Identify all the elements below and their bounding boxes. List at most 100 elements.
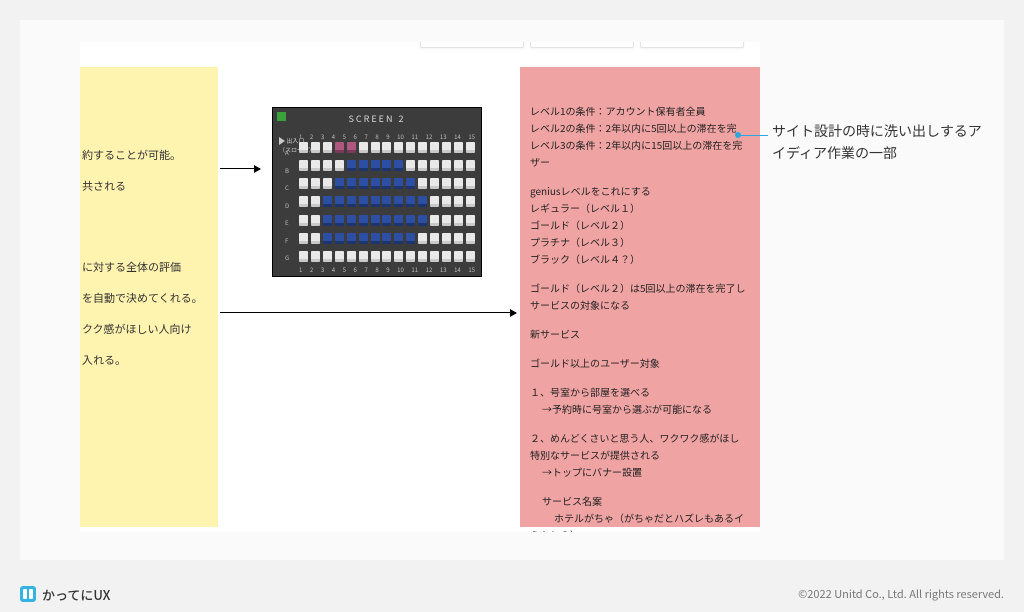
seat[interactable] <box>418 233 427 244</box>
seat[interactable] <box>454 215 463 226</box>
seat[interactable] <box>442 196 451 207</box>
seat[interactable] <box>323 233 332 244</box>
seat[interactable] <box>299 178 308 189</box>
seat[interactable] <box>394 196 403 207</box>
seat[interactable] <box>299 233 308 244</box>
seat[interactable] <box>454 196 463 207</box>
seat[interactable] <box>299 215 308 226</box>
seat[interactable] <box>335 215 344 226</box>
seat[interactable] <box>323 142 332 153</box>
seat[interactable] <box>359 142 368 153</box>
tab[interactable] <box>420 42 524 48</box>
seat[interactable] <box>430 251 439 262</box>
seat[interactable] <box>406 233 415 244</box>
seat[interactable] <box>442 142 451 153</box>
seat[interactable] <box>335 233 344 244</box>
seat[interactable] <box>347 215 356 226</box>
seat[interactable] <box>394 178 403 189</box>
seat[interactable] <box>299 251 308 262</box>
seat[interactable] <box>466 196 475 207</box>
seat[interactable] <box>311 142 320 153</box>
seat[interactable] <box>430 142 439 153</box>
seat[interactable] <box>311 196 320 207</box>
seat[interactable] <box>406 160 415 171</box>
seat[interactable] <box>323 251 332 262</box>
seat[interactable] <box>454 251 463 262</box>
seat[interactable] <box>311 233 320 244</box>
seat[interactable] <box>454 178 463 189</box>
seat[interactable] <box>299 160 308 171</box>
seat[interactable] <box>406 178 415 189</box>
seat[interactable] <box>371 215 380 226</box>
seat[interactable] <box>466 233 475 244</box>
seat[interactable] <box>406 196 415 207</box>
seat[interactable] <box>347 160 356 171</box>
seat[interactable] <box>335 251 344 262</box>
seat[interactable] <box>347 178 356 189</box>
seat[interactable] <box>371 196 380 207</box>
seat[interactable] <box>299 196 308 207</box>
tab[interactable] <box>530 42 634 48</box>
seat[interactable] <box>430 215 439 226</box>
seat[interactable] <box>371 160 380 171</box>
seat[interactable] <box>311 178 320 189</box>
seat[interactable] <box>430 233 439 244</box>
seat[interactable] <box>382 142 391 153</box>
seat[interactable] <box>311 160 320 171</box>
seat[interactable] <box>347 251 356 262</box>
seat[interactable] <box>454 160 463 171</box>
seat[interactable] <box>394 142 403 153</box>
seat[interactable] <box>371 142 380 153</box>
seat[interactable] <box>418 178 427 189</box>
seat[interactable] <box>382 233 391 244</box>
seat[interactable] <box>466 142 475 153</box>
seat[interactable] <box>371 233 380 244</box>
seat[interactable] <box>335 196 344 207</box>
seat[interactable] <box>347 233 356 244</box>
seat[interactable] <box>442 251 451 262</box>
seat[interactable] <box>382 196 391 207</box>
seat[interactable] <box>323 196 332 207</box>
seat[interactable] <box>418 196 427 207</box>
seat[interactable] <box>454 142 463 153</box>
seat[interactable] <box>430 160 439 171</box>
seat[interactable] <box>323 178 332 189</box>
seat[interactable] <box>394 215 403 226</box>
seat[interactable] <box>347 142 356 153</box>
seat[interactable] <box>323 160 332 171</box>
seat[interactable] <box>382 160 391 171</box>
seat[interactable] <box>382 251 391 262</box>
seat[interactable] <box>347 196 356 207</box>
seat[interactable] <box>371 178 380 189</box>
seat[interactable] <box>418 215 427 226</box>
seat[interactable] <box>359 178 368 189</box>
seat[interactable] <box>335 178 344 189</box>
seat[interactable] <box>335 142 344 153</box>
tab[interactable] <box>640 42 744 48</box>
seat[interactable] <box>299 142 308 153</box>
seat[interactable] <box>430 178 439 189</box>
seat[interactable] <box>335 160 344 171</box>
seat[interactable] <box>466 215 475 226</box>
seat[interactable] <box>311 251 320 262</box>
seat[interactable] <box>442 233 451 244</box>
seat[interactable] <box>311 215 320 226</box>
seat[interactable] <box>359 251 368 262</box>
seat[interactable] <box>371 251 380 262</box>
seat[interactable] <box>466 251 475 262</box>
seat[interactable] <box>418 142 427 153</box>
seat[interactable] <box>394 251 403 262</box>
seat[interactable] <box>359 196 368 207</box>
seat[interactable] <box>394 160 403 171</box>
seat[interactable] <box>382 178 391 189</box>
seat[interactable] <box>442 178 451 189</box>
seat[interactable] <box>454 233 463 244</box>
seat[interactable] <box>359 215 368 226</box>
seat[interactable] <box>406 215 415 226</box>
seat[interactable] <box>442 160 451 171</box>
seat[interactable] <box>418 160 427 171</box>
seat[interactable] <box>418 251 427 262</box>
seat[interactable] <box>406 251 415 262</box>
seat[interactable] <box>466 178 475 189</box>
seat[interactable] <box>442 215 451 226</box>
